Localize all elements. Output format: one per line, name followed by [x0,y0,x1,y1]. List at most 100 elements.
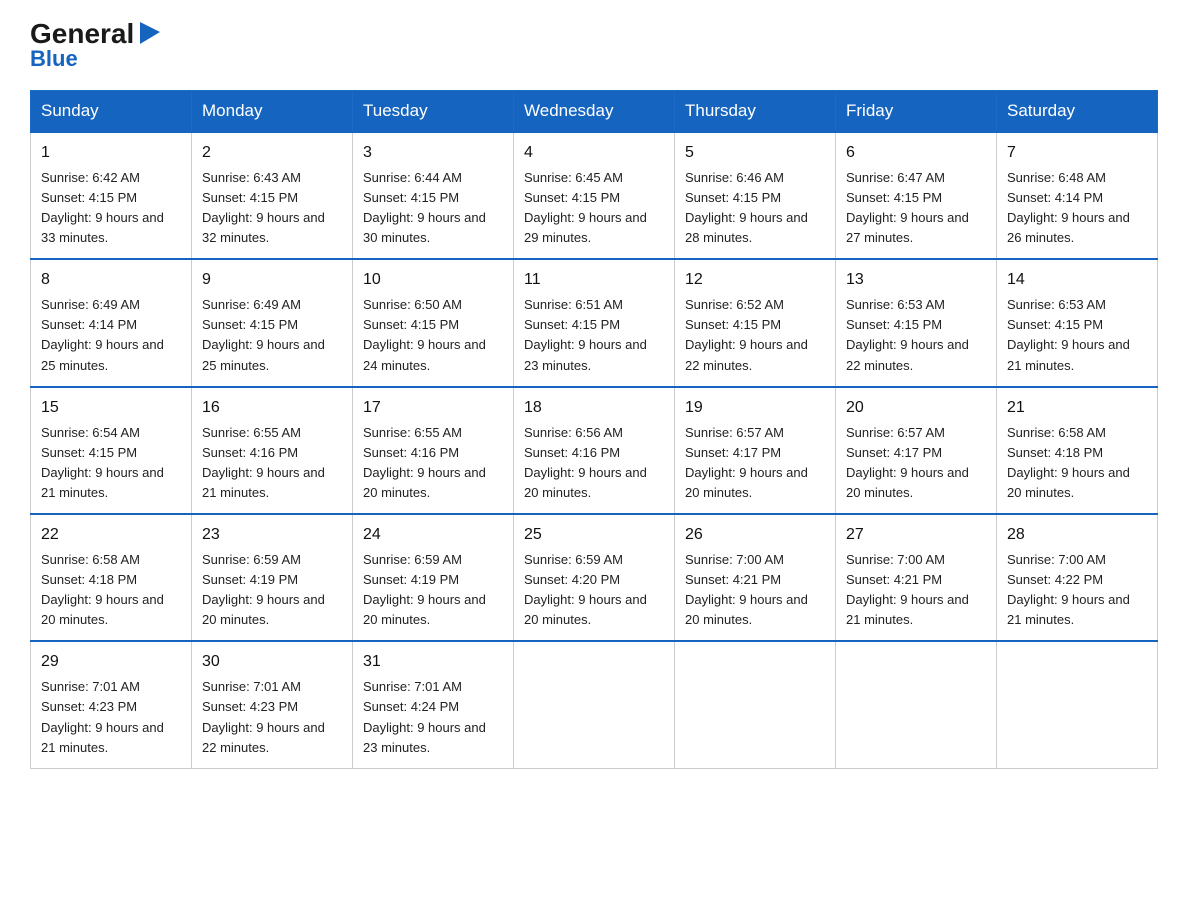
day-info: Sunrise: 6:46 AMSunset: 4:15 PMDaylight:… [685,168,825,249]
day-cell: 15Sunrise: 6:54 AMSunset: 4:15 PMDayligh… [31,387,192,514]
day-info: Sunrise: 6:53 AMSunset: 4:15 PMDaylight:… [846,295,986,376]
day-cell: 29Sunrise: 7:01 AMSunset: 4:23 PMDayligh… [31,641,192,768]
day-cell [836,641,997,768]
weekday-header-monday: Monday [192,91,353,133]
day-info: Sunrise: 6:57 AMSunset: 4:17 PMDaylight:… [846,423,986,504]
day-info: Sunrise: 6:48 AMSunset: 4:14 PMDaylight:… [1007,168,1147,249]
day-number: 9 [202,268,342,293]
day-number: 29 [41,650,181,675]
day-number: 10 [363,268,503,293]
day-info: Sunrise: 6:55 AMSunset: 4:16 PMDaylight:… [363,423,503,504]
day-number: 27 [846,523,986,548]
day-info: Sunrise: 6:43 AMSunset: 4:15 PMDaylight:… [202,168,342,249]
day-number: 7 [1007,141,1147,166]
day-info: Sunrise: 7:01 AMSunset: 4:24 PMDaylight:… [363,677,503,758]
day-info: Sunrise: 6:58 AMSunset: 4:18 PMDaylight:… [41,550,181,631]
day-number: 6 [846,141,986,166]
day-info: Sunrise: 6:49 AMSunset: 4:14 PMDaylight:… [41,295,181,376]
day-info: Sunrise: 6:45 AMSunset: 4:15 PMDaylight:… [524,168,664,249]
day-cell: 5Sunrise: 6:46 AMSunset: 4:15 PMDaylight… [675,132,836,259]
day-cell: 23Sunrise: 6:59 AMSunset: 4:19 PMDayligh… [192,514,353,641]
day-cell: 3Sunrise: 6:44 AMSunset: 4:15 PMDaylight… [353,132,514,259]
day-cell: 26Sunrise: 7:00 AMSunset: 4:21 PMDayligh… [675,514,836,641]
day-number: 23 [202,523,342,548]
day-cell: 10Sunrise: 6:50 AMSunset: 4:15 PMDayligh… [353,259,514,386]
day-cell: 31Sunrise: 7:01 AMSunset: 4:24 PMDayligh… [353,641,514,768]
day-info: Sunrise: 7:00 AMSunset: 4:21 PMDaylight:… [846,550,986,631]
week-row-1: 1Sunrise: 6:42 AMSunset: 4:15 PMDaylight… [31,132,1158,259]
page-header: General Blue [30,20,1158,72]
day-number: 5 [685,141,825,166]
day-cell: 27Sunrise: 7:00 AMSunset: 4:21 PMDayligh… [836,514,997,641]
day-number: 12 [685,268,825,293]
logo-arrow-icon [136,18,164,46]
day-info: Sunrise: 7:00 AMSunset: 4:22 PMDaylight:… [1007,550,1147,631]
day-cell: 28Sunrise: 7:00 AMSunset: 4:22 PMDayligh… [997,514,1158,641]
day-info: Sunrise: 6:59 AMSunset: 4:20 PMDaylight:… [524,550,664,631]
week-row-4: 22Sunrise: 6:58 AMSunset: 4:18 PMDayligh… [31,514,1158,641]
day-number: 17 [363,396,503,421]
logo-blue-text: Blue [30,46,78,72]
day-info: Sunrise: 6:59 AMSunset: 4:19 PMDaylight:… [363,550,503,631]
weekday-header-wednesday: Wednesday [514,91,675,133]
day-cell: 20Sunrise: 6:57 AMSunset: 4:17 PMDayligh… [836,387,997,514]
day-number: 3 [363,141,503,166]
day-info: Sunrise: 7:00 AMSunset: 4:21 PMDaylight:… [685,550,825,631]
day-cell [997,641,1158,768]
day-info: Sunrise: 6:56 AMSunset: 4:16 PMDaylight:… [524,423,664,504]
day-number: 26 [685,523,825,548]
day-number: 24 [363,523,503,548]
day-info: Sunrise: 6:47 AMSunset: 4:15 PMDaylight:… [846,168,986,249]
weekday-header-saturday: Saturday [997,91,1158,133]
day-cell: 21Sunrise: 6:58 AMSunset: 4:18 PMDayligh… [997,387,1158,514]
day-info: Sunrise: 6:54 AMSunset: 4:15 PMDaylight:… [41,423,181,504]
day-number: 22 [41,523,181,548]
day-cell: 2Sunrise: 6:43 AMSunset: 4:15 PMDaylight… [192,132,353,259]
logo: General Blue [30,20,164,72]
day-info: Sunrise: 7:01 AMSunset: 4:23 PMDaylight:… [41,677,181,758]
day-cell: 1Sunrise: 6:42 AMSunset: 4:15 PMDaylight… [31,132,192,259]
week-row-5: 29Sunrise: 7:01 AMSunset: 4:23 PMDayligh… [31,641,1158,768]
day-number: 31 [363,650,503,675]
day-cell: 30Sunrise: 7:01 AMSunset: 4:23 PMDayligh… [192,641,353,768]
day-cell: 9Sunrise: 6:49 AMSunset: 4:15 PMDaylight… [192,259,353,386]
week-row-2: 8Sunrise: 6:49 AMSunset: 4:14 PMDaylight… [31,259,1158,386]
day-number: 15 [41,396,181,421]
weekday-header-friday: Friday [836,91,997,133]
day-number: 14 [1007,268,1147,293]
day-number: 21 [1007,396,1147,421]
day-number: 16 [202,396,342,421]
day-number: 4 [524,141,664,166]
day-number: 1 [41,141,181,166]
day-cell: 24Sunrise: 6:59 AMSunset: 4:19 PMDayligh… [353,514,514,641]
day-number: 8 [41,268,181,293]
day-cell: 4Sunrise: 6:45 AMSunset: 4:15 PMDaylight… [514,132,675,259]
day-cell: 18Sunrise: 6:56 AMSunset: 4:16 PMDayligh… [514,387,675,514]
day-info: Sunrise: 6:57 AMSunset: 4:17 PMDaylight:… [685,423,825,504]
day-cell: 19Sunrise: 6:57 AMSunset: 4:17 PMDayligh… [675,387,836,514]
day-info: Sunrise: 7:01 AMSunset: 4:23 PMDaylight:… [202,677,342,758]
day-cell: 17Sunrise: 6:55 AMSunset: 4:16 PMDayligh… [353,387,514,514]
logo-general-text: General [30,20,134,48]
day-number: 20 [846,396,986,421]
day-number: 30 [202,650,342,675]
day-cell [514,641,675,768]
weekday-header-thursday: Thursday [675,91,836,133]
day-info: Sunrise: 6:52 AMSunset: 4:15 PMDaylight:… [685,295,825,376]
day-number: 2 [202,141,342,166]
day-info: Sunrise: 6:58 AMSunset: 4:18 PMDaylight:… [1007,423,1147,504]
day-info: Sunrise: 6:49 AMSunset: 4:15 PMDaylight:… [202,295,342,376]
day-cell: 8Sunrise: 6:49 AMSunset: 4:14 PMDaylight… [31,259,192,386]
day-cell: 25Sunrise: 6:59 AMSunset: 4:20 PMDayligh… [514,514,675,641]
day-cell: 13Sunrise: 6:53 AMSunset: 4:15 PMDayligh… [836,259,997,386]
day-info: Sunrise: 6:55 AMSunset: 4:16 PMDaylight:… [202,423,342,504]
day-info: Sunrise: 6:44 AMSunset: 4:15 PMDaylight:… [363,168,503,249]
weekday-header-row: SundayMondayTuesdayWednesdayThursdayFrid… [31,91,1158,133]
logo-general-line: General [30,20,164,48]
weekday-header-tuesday: Tuesday [353,91,514,133]
day-cell [675,641,836,768]
day-cell: 11Sunrise: 6:51 AMSunset: 4:15 PMDayligh… [514,259,675,386]
day-info: Sunrise: 6:59 AMSunset: 4:19 PMDaylight:… [202,550,342,631]
day-number: 13 [846,268,986,293]
day-cell: 6Sunrise: 6:47 AMSunset: 4:15 PMDaylight… [836,132,997,259]
